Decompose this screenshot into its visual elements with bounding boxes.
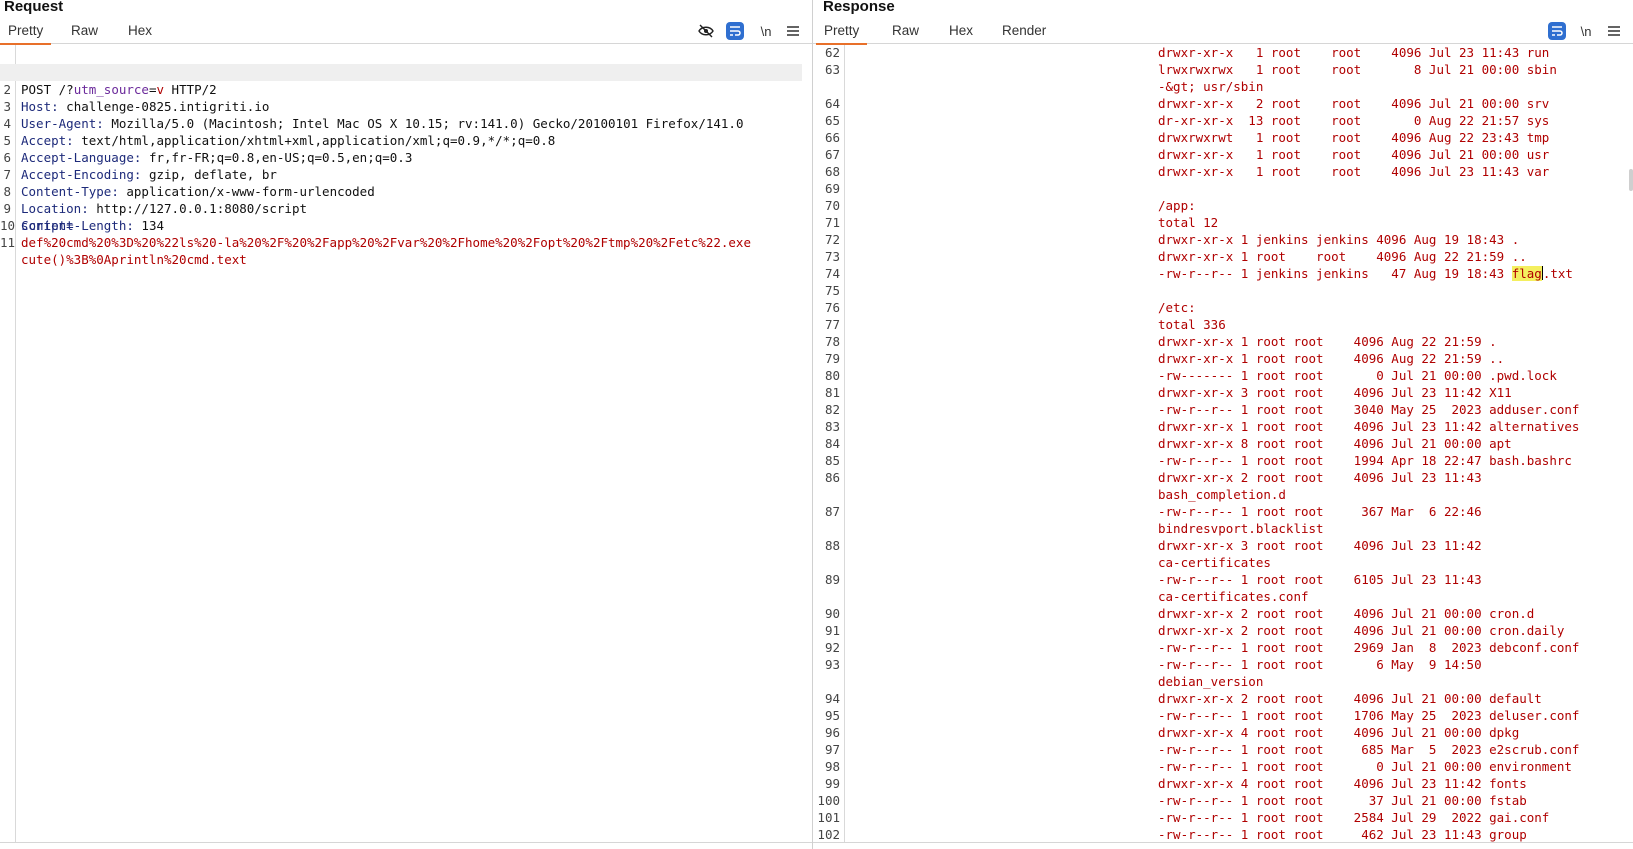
response-line: 102 -rw-r--r-- 1 root root 462 Jul 23 11:… <box>817 827 1527 842</box>
newline-toggle[interactable]: \n <box>1576 22 1596 40</box>
response-line: 95 -rw-r--r-- 1 root root 1706 May 25 202… <box>824 708 1580 723</box>
response-pane: Response Pretty Raw Hex Render \n 62 drwx… <box>813 0 1633 849</box>
newline-toggle[interactable]: \n <box>756 22 776 40</box>
response-line: 99 drwxr-xr-x 4 root root 4096 Jul 23 11:… <box>824 776 1527 791</box>
request-line: 8 Location: http://127.0.0.1:8080/script <box>3 184 307 216</box>
response-line: 73 drwxr-xr-x 1 root root 4096 Aug 22 21:… <box>824 249 1527 264</box>
response-line: 75 <box>824 283 840 298</box>
response-line: 88 drwxr-xr-x 3 root root 4096 Jul 23 11:… <box>824 538 1482 570</box>
response-line: 86 drwxr-xr-x 2 root root 4096 Jul 23 11:… <box>824 470 1482 502</box>
request-status-bar <box>0 842 812 849</box>
response-line: 93 -rw-r--r-- 1 root root 6 May 9 14:50 de… <box>824 657 1482 689</box>
response-scrollbar[interactable] <box>1629 169 1633 191</box>
response-line: 92 -rw-r--r-- 1 root root 2969 Jan 8 2023… <box>824 640 1580 655</box>
request-line: 4 Accept: text/html,application/xhtml+xm… <box>3 116 556 148</box>
response-tab-pretty[interactable]: Pretty <box>815 23 868 45</box>
request-tab-pretty[interactable]: Pretty <box>0 23 52 45</box>
response-line: 63 lrwxrwxrwx 1 root root 8 Jul 21 00:00 … <box>824 62 1557 94</box>
request-tab-raw[interactable]: Raw <box>71 23 98 38</box>
response-line: 67 drwxr-xr-x 1 root root 4096 Jul 21 00:… <box>824 147 1550 162</box>
response-tab-raw[interactable]: Raw <box>892 23 919 38</box>
request-line: 10 <box>0 218 16 233</box>
response-tab-render[interactable]: Render <box>1002 23 1046 38</box>
response-line: 70/app: <box>824 198 1196 213</box>
request-line: 6 Accept-Encoding: gzip, deflate, br <box>3 150 277 182</box>
response-line: 62 drwxr-xr-x 1 root root 4096 Jul 23 11:… <box>824 45 1550 60</box>
wrap-lines-icon[interactable] <box>1548 22 1566 40</box>
response-line: 81 drwxr-xr-x 3 root root 4096 Jul 23 11:… <box>824 385 1512 400</box>
response-line: 74 -rw-r--r-- 1 jenkins jenkins 47 Aug 19… <box>824 266 1573 281</box>
response-line: 100 -rw-r--r-- 1 root root 37 Jul 21 00:0… <box>817 793 1527 808</box>
menu-icon[interactable] <box>1605 22 1623 40</box>
response-line: 79 drwxr-xr-x 1 root root 4096 Aug 22 21:… <box>824 351 1505 366</box>
request-line: 5 Accept-Language: fr,fr-FR;q=0.8,en-US;… <box>3 133 413 165</box>
response-title: Response <box>823 0 895 15</box>
response-line: 90 drwxr-xr-x 2 root root 4096 Jul 21 00:… <box>824 606 1535 621</box>
response-line: 89 -rw-r--r-- 1 root root 6105 Jul 23 11:… <box>824 572 1482 604</box>
wrap-lines-icon[interactable] <box>726 22 744 40</box>
request-line: 2 Host: challenge-0825.intigriti.io <box>0 64 802 114</box>
request-title: Request <box>4 0 64 15</box>
response-line: 72 drwxr-xr-x 1 jenkins jenkins 4096 Aug … <box>824 232 1520 247</box>
response-line: 91 drwxr-xr-x 2 root root 4096 Jul 21 00:… <box>824 623 1565 638</box>
response-line: 96 drwxr-xr-x 4 root root 4096 Jul 21 00:… <box>824 725 1520 740</box>
response-tabbar: Pretty Raw Hex Render \n <box>813 20 1633 45</box>
response-line: 65 dr-xr-xr-x 13 root root 0 Aug 22 21:57… <box>824 113 1550 128</box>
request-line: 1 POST /?utm_source=v HTTP/2 <box>3 65 217 97</box>
response-line: 80 -rw------- 1 root root 0 Jul 21 00:00 … <box>824 368 1557 383</box>
response-line: 83 drwxr-xr-x 1 root root 4096 Jul 23 11:… <box>824 419 1580 434</box>
response-line: 98 -rw-r--r-- 1 root root 0 Jul 21 00:00 … <box>824 759 1572 774</box>
request-editor[interactable]: 1 POST /?utm_source=v HTTP/2 2 Host: cha… <box>0 45 812 849</box>
response-line: 84 drwxr-xr-x 8 root root 4096 Jul 21 00:… <box>824 436 1512 451</box>
response-line: 82 -rw-r--r-- 1 root root 3040 May 25 202… <box>824 402 1580 417</box>
request-body: 11 script= def%20cmd%20%3D%20%22ls%20-la… <box>0 218 751 267</box>
response-line: 97 -rw-r--r-- 1 root root 685 Mar 5 2023 … <box>824 742 1580 757</box>
response-status-bar <box>813 842 1633 849</box>
response-line: 64 drwxr-xr-x 2 root root 4096 Jul 21 00:… <box>824 96 1550 111</box>
response-line: 68 drwxr-xr-x 1 root root 4096 Jul 23 11:… <box>824 164 1550 179</box>
request-line: 7 Content-Type: application/x-www-form-u… <box>3 167 375 199</box>
request-line: 9 Content-Length: 134 <box>3 201 164 233</box>
response-line: 66 drwxrwxrwt 1 root root 4096 Aug 22 23:… <box>824 130 1550 145</box>
menu-icon[interactable] <box>784 22 802 40</box>
request-pane: Request Pretty Raw Hex \n 1 POST /?utm_s… <box>0 0 812 849</box>
response-line: 87 -rw-r--r-- 1 root root 367 Mar 6 22:46… <box>824 504 1482 536</box>
response-line: 85 -rw-r--r-- 1 root root 1994 Apr 18 22:… <box>824 453 1572 468</box>
response-line: 76/etc: <box>824 300 1196 315</box>
response-line: 71 total 12 <box>824 215 1219 230</box>
search-match-highlight: flag <box>1511 266 1542 281</box>
response-line: 101 -rw-r--r-- 1 root root 2584 Jul 29 20… <box>817 810 1550 825</box>
request-tabbar: Pretty Raw Hex \n <box>0 20 812 45</box>
eye-off-icon[interactable] <box>697 22 715 40</box>
response-line: 77 total 336 <box>824 317 1226 332</box>
response-editor[interactable]: 62 drwxr-xr-x 1 root root 4096 Jul 23 11:… <box>813 45 1633 849</box>
request-tab-hex[interactable]: Hex <box>128 23 152 38</box>
response-line: 78 drwxr-xr-x 1 root root 4096 Aug 22 21:… <box>824 334 1497 349</box>
request-line: 3 User-Agent: Mozilla/5.0 (Macintosh; In… <box>3 99 744 131</box>
response-tab-hex[interactable]: Hex <box>949 23 973 38</box>
response-line: 94 drwxr-xr-x 2 root root 4096 Jul 21 00:… <box>824 691 1542 706</box>
response-line: 69 <box>824 181 840 196</box>
